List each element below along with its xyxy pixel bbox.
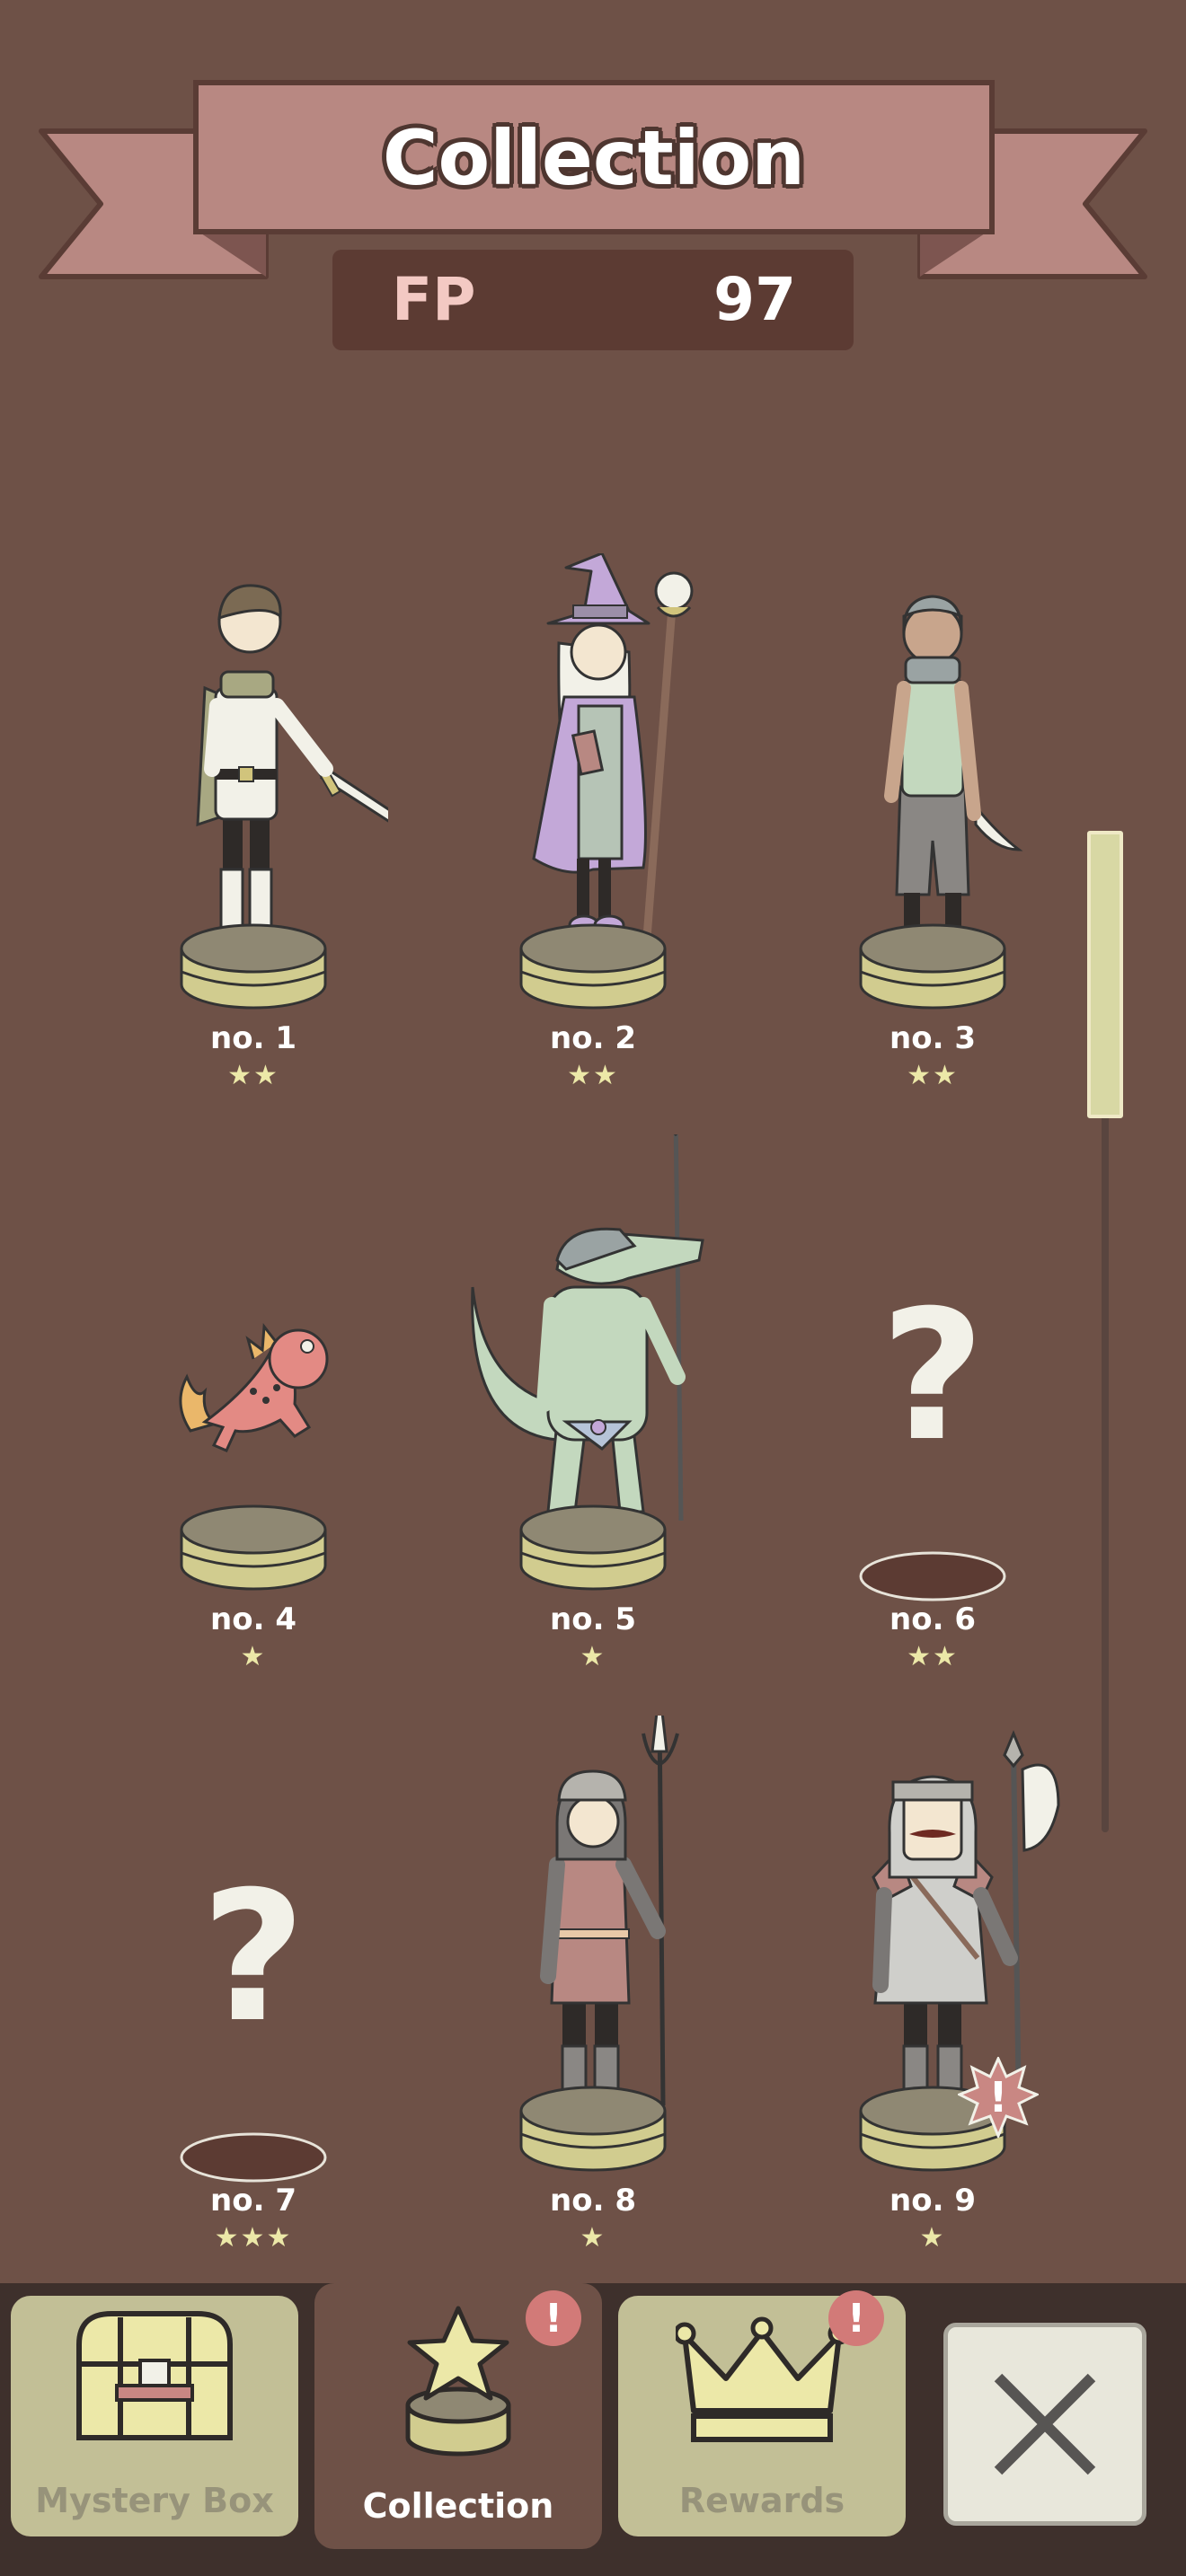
star-rating: ★★	[907, 1060, 959, 1091]
figure-number: no. 5	[550, 1601, 636, 1637]
collection-notification-badge: !	[526, 2290, 581, 2346]
close-icon	[994, 2373, 1096, 2475]
figure-card-5[interactable]: no. 5 ★	[458, 1134, 728, 1709]
fp-label: FP	[392, 265, 476, 334]
title-banner: Collection FP 97	[0, 0, 1186, 377]
star-rating: ★	[580, 1641, 606, 1672]
tab-label: Rewards	[678, 2481, 845, 2520]
tab-label: Mystery Box	[35, 2481, 274, 2520]
lizardman-figure-icon	[471, 1134, 704, 1591]
fp-value: 97	[713, 265, 796, 334]
rogue-figure-icon	[859, 595, 1023, 1010]
figure-number: no. 9	[890, 2183, 976, 2219]
crown-icon	[676, 2316, 848, 2442]
fp-counter: FP 97	[332, 250, 854, 350]
star-rating: ★	[919, 2222, 946, 2254]
figure-number: no. 3	[890, 1020, 976, 1056]
star-rating: ★	[240, 1641, 267, 1672]
figure-number: no. 4	[210, 1601, 296, 1637]
unknown-figure-mark: ?	[880, 1272, 985, 1481]
soldier-figure-icon	[519, 1716, 679, 2172]
figure-number: no. 6	[890, 1601, 976, 1637]
tab-label: Collection	[362, 2486, 554, 2526]
knight-figure-icon	[180, 584, 388, 1010]
rewards-notification-badge: !	[828, 2290, 884, 2346]
star-rating: ★★	[907, 1641, 959, 1672]
figure-number: no. 8	[550, 2183, 636, 2219]
figure-card-3[interactable]: no. 3 ★★	[798, 553, 1067, 1128]
salamander-figure-icon	[179, 1323, 329, 1591]
figure-card-6[interactable]: ? no. 6 ★★	[798, 1134, 1067, 1709]
figure-card-1[interactable]: no. 1 ★★	[119, 553, 388, 1128]
star-rating: ★	[580, 2222, 606, 2254]
figure-card-7[interactable]: ? no. 7 ★★★	[119, 1716, 388, 2290]
page-title: Collection	[382, 114, 806, 202]
figure-number: no. 2	[550, 1020, 636, 1056]
star-rating: ★★	[227, 1060, 279, 1091]
close-button[interactable]	[943, 2323, 1146, 2526]
star-rating: ★★★	[214, 2222, 293, 2254]
figure-number: no. 7	[210, 2183, 296, 2219]
chest-icon	[76, 2311, 233, 2440]
unknown-figure-mark: ?	[200, 1853, 305, 2062]
scrollbar-thumb[interactable]	[1087, 831, 1123, 1118]
alert-mark: !	[988, 2073, 1008, 2122]
tab-mystery-box[interactable]: Mystery Box	[11, 2296, 298, 2536]
figure-number: no. 1	[210, 1020, 296, 1056]
figure-card-4[interactable]: no. 4 ★	[119, 1134, 388, 1709]
wizard-figure-icon	[519, 553, 694, 1010]
star-trophy-icon	[405, 2306, 511, 2457]
figure-card-2[interactable]: no. 2 ★★	[458, 553, 728, 1128]
figure-card-9[interactable]: ! no. 9 ★	[798, 1716, 1067, 2290]
figure-card-8[interactable]: no. 8 ★	[458, 1716, 728, 2290]
star-rating: ★★	[567, 1060, 619, 1091]
